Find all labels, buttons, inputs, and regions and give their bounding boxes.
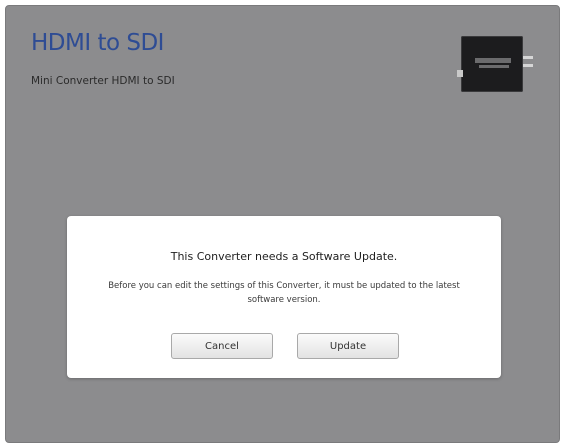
device-port-icon bbox=[457, 70, 463, 77]
update-button[interactable]: Update bbox=[297, 333, 399, 359]
product-title: HDMI to SDI bbox=[31, 30, 164, 56]
converter-utility-window: HDMI to SDI Mini Converter HDMI to SDI T… bbox=[5, 5, 560, 443]
mini-converter-device-icon[interactable] bbox=[457, 36, 535, 92]
dialog-message: Before you can edit the settings of this… bbox=[108, 281, 460, 305]
device-connector-icon bbox=[523, 56, 533, 59]
dialog-title: This Converter needs a Software Update. bbox=[170, 250, 398, 263]
device-label-mark bbox=[479, 65, 509, 68]
device-body bbox=[461, 36, 523, 92]
device-logo-mark bbox=[475, 58, 511, 63]
cancel-button[interactable]: Cancel bbox=[171, 333, 273, 359]
software-update-dialog: This Converter needs a Software Update. … bbox=[67, 216, 501, 378]
device-connector-icon bbox=[523, 64, 533, 67]
product-subtitle: Mini Converter HDMI to SDI bbox=[31, 75, 175, 87]
